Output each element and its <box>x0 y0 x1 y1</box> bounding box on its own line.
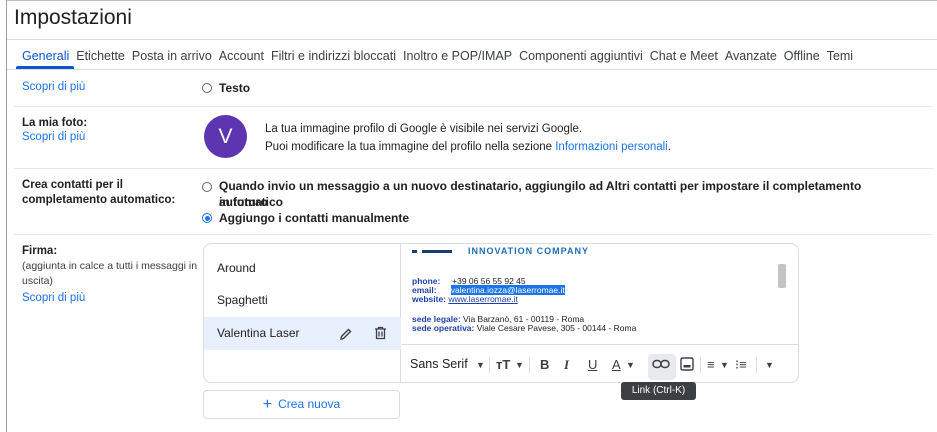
contacts-label-line2: completamento automatico: <box>22 194 176 206</box>
tab-etichette[interactable]: Etichette <box>76 47 125 69</box>
divider <box>14 168 933 169</box>
learn-more-link[interactable]: Scopri di più <box>22 131 85 143</box>
photo-info-text: Puoi modificare la tua immagine del prof… <box>265 141 553 153</box>
divider <box>529 357 530 373</box>
image-icon[interactable] <box>680 357 694 371</box>
numbered-list-icon[interactable]: ⁝≡ <box>735 357 747 373</box>
personal-info-link[interactable]: Informazioni personali <box>555 141 668 153</box>
divider <box>7 69 937 70</box>
create-signature-label: Crea nuova <box>278 397 341 411</box>
auto-add-option-line2: in futuro <box>219 195 268 209</box>
tab-posta-in-arrivo[interactable]: Posta in arrivo <box>132 47 212 69</box>
font-size-icon[interactable]: тT <box>496 357 510 372</box>
formatting-toolbar: Sans Serif ▼ тT ▼ B I U A ▼ ≡ ▼ ⁝≡ ▼ <box>402 345 798 382</box>
link-icon[interactable] <box>652 359 670 369</box>
signature-panel: Around Spaghetti Valentina Laser INNOVAT… <box>203 243 799 383</box>
tab-componenti[interactable]: Componenti aggiuntivi <box>519 47 643 69</box>
chevron-down-icon[interactable]: ▼ <box>515 360 524 370</box>
text-color-icon[interactable]: A <box>612 357 621 372</box>
auto-add-option-line1: Quando invio un messaggio a un nuovo des… <box>219 179 862 209</box>
tab-avanzate[interactable]: Avanzate <box>725 47 777 69</box>
signature-editor[interactable]: INNOVATION COMPANY phone: +39 06 56 55 9… <box>402 244 798 382</box>
divider <box>14 234 933 235</box>
divider <box>7 39 937 40</box>
trash-icon[interactable] <box>374 326 387 340</box>
photo-label: La mia foto: <box>22 117 88 129</box>
link-tooltip: Link (Ctrl-K) <box>621 382 696 400</box>
website-link[interactable]: www.laserromae.it <box>448 294 517 304</box>
sig-website-line: website: www.laserromae.it <box>412 294 518 304</box>
underline-icon[interactable]: U <box>588 357 597 372</box>
company-name: INNOVATION COMPANY <box>468 246 589 256</box>
signature-item-around[interactable]: Around <box>204 252 401 285</box>
divider <box>14 106 933 107</box>
divider <box>489 357 490 373</box>
divider <box>756 357 757 373</box>
op-value: Viale Cesare Pavese, 305 - 00144 - Roma <box>476 323 637 333</box>
signature-item-label: Valentina Laser <box>217 326 300 340</box>
photo-info-line1: La tua immagine profilo di Google è visi… <box>265 123 583 135</box>
website-label: website: <box>412 294 447 304</box>
tab-chat-meet[interactable]: Chat e Meet <box>650 47 718 69</box>
sig-op-line: sede operativa: Viale Cesare Pavese, 305… <box>412 323 636 333</box>
chevron-down-icon[interactable]: ▼ <box>626 360 635 370</box>
photo-info-line2: Puoi modificare la tua immagine del prof… <box>265 138 671 156</box>
signature-list: Around Spaghetti Valentina Laser <box>204 244 401 382</box>
font-select[interactable]: Sans Serif <box>410 357 468 371</box>
edit-icon[interactable] <box>339 327 353 341</box>
signature-item-spaghetti[interactable]: Spaghetti <box>204 284 401 317</box>
manual-add-option-label: Aggiungo i contatti manualmente <box>219 211 410 225</box>
settings-tabs: Generali Etichette Posta in arrivo Accou… <box>22 47 860 69</box>
op-label: sede operativa: <box>412 323 475 333</box>
auto-add-radio[interactable] <box>202 182 212 192</box>
divider <box>700 357 701 373</box>
tab-temi[interactable]: Temi <box>827 47 853 69</box>
signature-item-valentina-laser[interactable]: Valentina Laser <box>204 317 401 350</box>
page-title: Impostazioni <box>14 6 132 29</box>
contacts-label-line1: Crea contatti per il <box>22 179 123 191</box>
editor-scrollbar[interactable] <box>778 264 786 288</box>
tab-account[interactable]: Account <box>219 47 264 69</box>
signature-label: Firma: <box>22 245 58 257</box>
chevron-down-icon[interactable]: ▼ <box>476 360 485 370</box>
logo-mark <box>422 250 452 253</box>
text-option-label: Testo <box>219 81 251 95</box>
learn-more-link[interactable]: Scopri di più <box>22 292 85 304</box>
avatar[interactable]: V <box>204 115 247 158</box>
plus-icon: + <box>262 396 273 413</box>
manual-add-radio[interactable] <box>202 213 212 223</box>
signature-sub-line1: (aggiunta in calce a tutti i messaggi in <box>22 260 198 272</box>
punctuation: . <box>667 141 671 153</box>
chevron-down-icon[interactable]: ▼ <box>720 360 729 370</box>
logo-mark <box>412 250 417 253</box>
create-signature-button[interactable]: + Crea nuova <box>203 390 400 419</box>
tab-offline[interactable]: Offline <box>784 47 820 69</box>
align-icon[interactable]: ≡ <box>707 357 715 372</box>
text-radio[interactable] <box>202 83 212 93</box>
italic-icon[interactable]: I <box>564 357 569 373</box>
learn-more-link[interactable]: Scopri di più <box>22 81 85 93</box>
signature-sub-line2: uscita) <box>22 275 53 287</box>
tab-filtri[interactable]: Filtri e indirizzi bloccati <box>271 47 396 69</box>
more-options-chevron-icon[interactable]: ▼ <box>765 360 774 370</box>
tab-inoltro[interactable]: Inoltro e POP/IMAP <box>403 47 512 69</box>
bold-icon[interactable]: B <box>540 357 549 372</box>
